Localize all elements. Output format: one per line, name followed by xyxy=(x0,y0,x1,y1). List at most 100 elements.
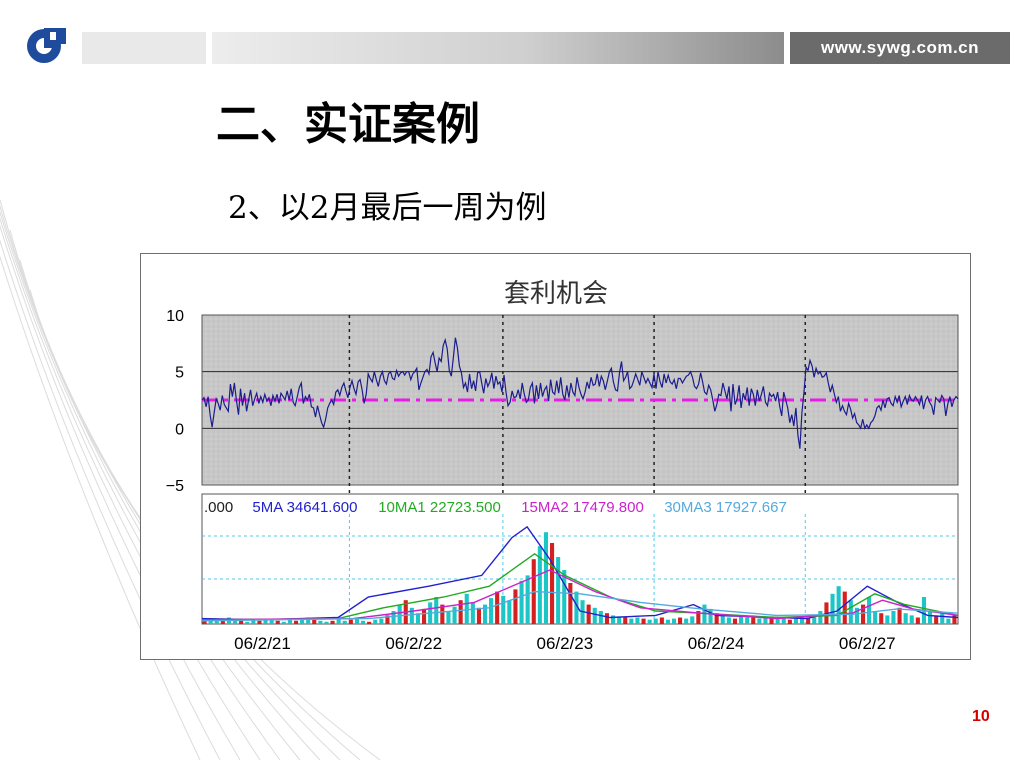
volume-bar xyxy=(470,602,475,624)
volume-bar xyxy=(598,611,603,624)
volume-bar xyxy=(757,618,762,624)
volume-bar xyxy=(775,618,780,624)
slide-subtitle: 2、以2月最后一周为例 xyxy=(228,190,547,226)
volume-bar xyxy=(245,621,250,624)
volume-bar xyxy=(635,617,640,624)
volume-bar xyxy=(604,613,609,624)
volume-bar xyxy=(330,620,335,624)
volume-bar xyxy=(422,608,427,624)
volume-bar xyxy=(629,618,634,624)
volume-bar xyxy=(543,532,548,624)
volume-bar xyxy=(903,613,908,624)
volume-bar xyxy=(946,618,951,624)
volume-bar xyxy=(891,611,896,624)
volume-bar xyxy=(592,607,597,624)
volume-bar xyxy=(672,618,677,624)
volume-bar xyxy=(257,620,262,624)
volume-bar xyxy=(928,611,933,624)
chart-svg: 套利机会 10 5 0 −5 .000 5MA 34641.600 10MA1 22723… xyxy=(166,278,959,653)
volume-bar xyxy=(690,616,695,624)
volume-bar xyxy=(489,598,494,624)
volume-bar xyxy=(659,617,664,624)
volume-bar xyxy=(623,617,628,624)
volume-bar xyxy=(720,615,725,624)
site-url: www.sywg.com.cn xyxy=(820,38,980,57)
volume-bar xyxy=(513,589,518,624)
x-tick-label: 06/2/23 xyxy=(537,634,594,653)
volume-bar xyxy=(684,618,689,624)
volume-bar xyxy=(556,557,561,624)
header-bar-left xyxy=(82,32,206,64)
volume-bar xyxy=(324,621,329,624)
volume-bar xyxy=(873,611,878,624)
volume-bar xyxy=(312,619,317,624)
volume-bar xyxy=(373,619,378,624)
y-tick-label: −5 xyxy=(166,478,184,495)
volume-bar xyxy=(818,611,823,624)
volume-bar xyxy=(665,619,670,624)
volume-bar xyxy=(275,620,280,624)
legend-entry: 5MA 34641.600 xyxy=(252,499,357,516)
x-tick-label: 06/2/22 xyxy=(385,634,442,653)
volume-bar xyxy=(647,619,652,624)
volume-bar xyxy=(879,613,884,624)
volume-bar xyxy=(446,611,451,624)
volume-bar xyxy=(739,616,744,624)
volume-bar xyxy=(641,618,646,624)
volume-bar xyxy=(281,621,286,624)
volume-bar xyxy=(915,617,920,624)
legend-entry: 15MA2 17479.800 xyxy=(521,499,644,516)
volume-bar xyxy=(787,619,792,624)
volume-bar xyxy=(830,593,835,624)
volume-bar xyxy=(501,595,506,624)
volume-bar xyxy=(397,604,402,624)
volume-bar xyxy=(702,604,707,624)
volume-bar xyxy=(348,619,353,624)
volume-bar xyxy=(233,620,238,624)
volume-bar xyxy=(708,608,713,624)
volume-bar xyxy=(732,618,737,624)
company-logo xyxy=(24,24,70,66)
volume-bar xyxy=(495,591,500,624)
volume-bar xyxy=(940,613,945,624)
volume-bar xyxy=(793,618,798,624)
volume-bar xyxy=(379,618,384,624)
chart-title: 套利机会 xyxy=(504,278,608,308)
header-bar-middle xyxy=(212,32,784,64)
volume-bar xyxy=(367,621,372,624)
x-tick-label: 06/2/21 xyxy=(234,634,291,653)
volume-bar xyxy=(726,617,731,624)
volume-bar xyxy=(678,617,683,624)
volume-bar xyxy=(867,597,872,624)
y-tick-label: 5 xyxy=(175,365,184,382)
legend-entry: .000 xyxy=(204,499,233,516)
volume-bar xyxy=(653,618,658,624)
legend-entry: 10MA1 22723.500 xyxy=(378,499,501,516)
x-tick-label: 06/2/24 xyxy=(688,634,745,653)
volume-bar xyxy=(464,593,469,624)
page-number: 10 xyxy=(972,708,990,725)
legend-entry: 30MA3 17927.667 xyxy=(664,499,787,516)
volume-bar xyxy=(745,617,750,624)
y-tick-label: 10 xyxy=(166,308,184,325)
volume-bar xyxy=(586,604,591,624)
volume-plot: .000 5MA 34641.600 10MA1 22723.500 15MA2 17… xyxy=(201,493,959,653)
volume-bar xyxy=(909,615,914,624)
volume-bar xyxy=(836,586,841,624)
volume-bar xyxy=(507,600,512,624)
volume-bar xyxy=(848,600,853,624)
slide-title: 二、实证案例 xyxy=(216,99,480,150)
volume-bar xyxy=(842,591,847,624)
volume-bar xyxy=(361,620,366,624)
volume-bar xyxy=(409,607,414,624)
y-tick-label: 0 xyxy=(175,421,184,438)
chart-frame: 套利机会 10 5 0 −5 .000 5MA 34641.600 10MA1 22723… xyxy=(140,253,971,660)
volume-bar xyxy=(434,597,439,624)
volume-bar xyxy=(897,607,902,624)
x-tick-label: 06/2/27 xyxy=(839,634,896,653)
volume-bar xyxy=(550,543,555,624)
volume-bar xyxy=(318,620,323,624)
spread-plot: 10 5 0 −5 xyxy=(166,308,959,497)
volume-bar xyxy=(342,620,347,624)
volume-bar xyxy=(885,615,890,624)
